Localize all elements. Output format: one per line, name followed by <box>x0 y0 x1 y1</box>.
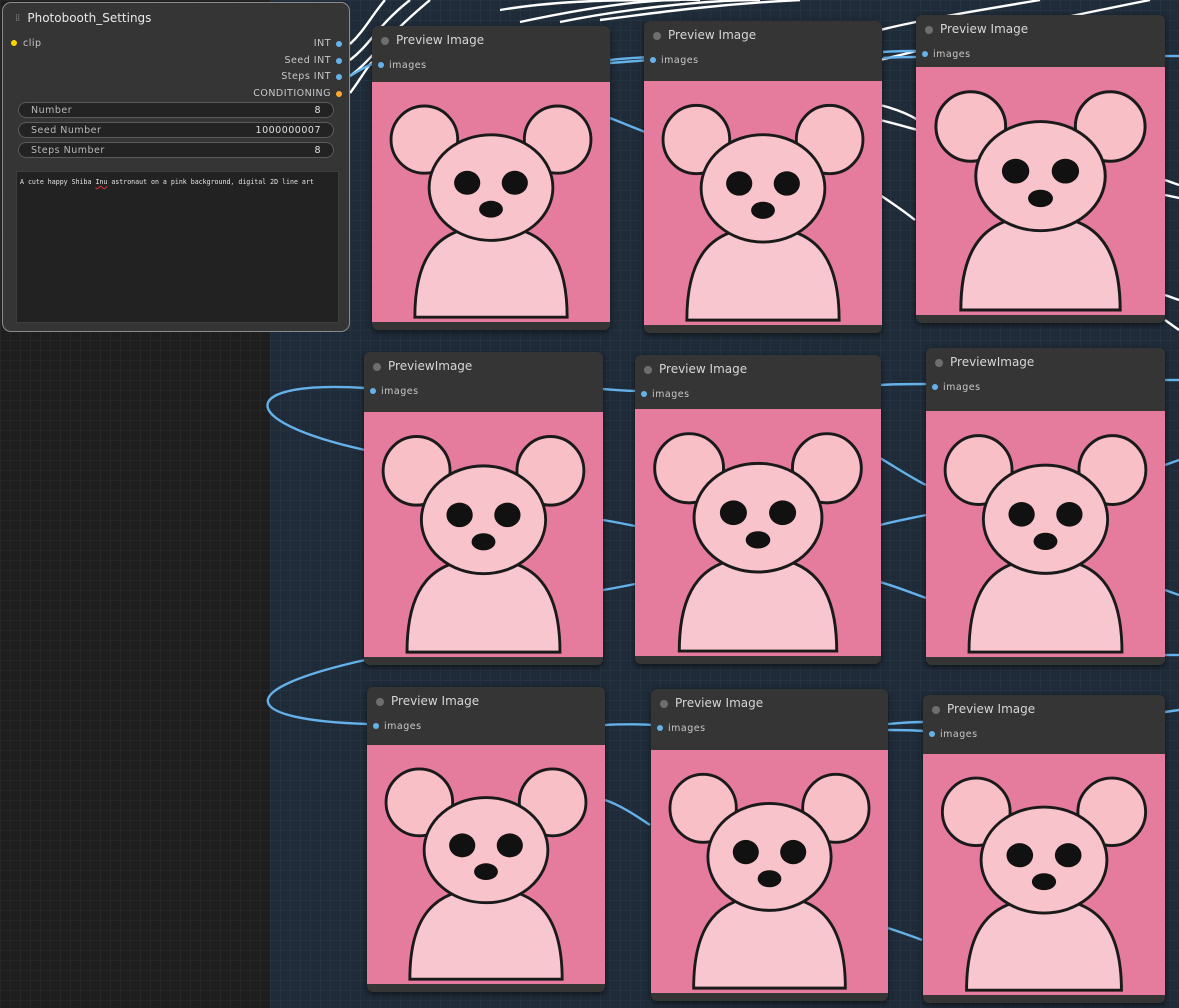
preview-image-node[interactable]: Preview Image images <box>651 689 888 1001</box>
steps-number-label: Steps Number <box>31 144 105 156</box>
dog-image <box>364 412 603 657</box>
node-title-bar[interactable]: ⁞⁞ Photobooth_Settings <box>3 3 349 33</box>
seed-number-label: Seed Number <box>31 124 102 136</box>
dog-image <box>916 67 1165 315</box>
steps-int-output-label: Steps INT <box>281 71 331 82</box>
prompt-textarea[interactable]: A cute happy Shiba Inu astronaut on a pi… <box>16 171 339 323</box>
images-input-slot[interactable]: images <box>923 723 1165 745</box>
preview-image-node[interactable]: Preview Image images <box>635 355 881 664</box>
dog-image <box>926 411 1165 657</box>
steps-int-output-dot[interactable] <box>336 74 342 80</box>
clip-input-label: clip <box>23 38 42 49</box>
number-value: 8 <box>314 104 321 116</box>
dog-image <box>372 82 610 322</box>
seed-int-output-dot[interactable] <box>336 58 342 64</box>
dog-image <box>923 754 1165 995</box>
seed-number-widget[interactable]: Seed Number 1000000007 <box>18 122 334 138</box>
prompt-text-start: A cute happy Shiba <box>20 178 96 186</box>
int-output-label: INT <box>313 38 331 49</box>
number-widget[interactable]: Number 8 <box>18 102 334 118</box>
node-title: Photobooth_Settings <box>27 11 152 25</box>
seed-int-output-label: Seed INT <box>284 55 331 66</box>
preview-image-node[interactable]: Preview Image images <box>372 26 610 330</box>
preview-image <box>367 745 605 984</box>
images-input-slot[interactable]: images <box>644 49 882 71</box>
node-title: Preview Image <box>635 355 881 383</box>
node-title: PreviewImage <box>926 348 1165 376</box>
images-input-slot[interactable]: images <box>651 717 888 739</box>
node-title: Preview Image <box>916 15 1165 43</box>
number-label: Number <box>31 104 73 116</box>
preview-image-node[interactable]: Preview Image images <box>916 15 1165 323</box>
images-input-slot[interactable]: images <box>916 43 1165 65</box>
grip-icon: ⁞⁞ <box>15 12 20 24</box>
images-input-slot[interactable]: images <box>364 380 603 402</box>
seed-number-value: 1000000007 <box>255 124 321 136</box>
preview-image <box>372 82 610 322</box>
preview-image-node[interactable]: Preview Image images <box>923 695 1165 1003</box>
dog-image <box>651 750 888 993</box>
node-title: Preview Image <box>367 687 605 715</box>
preview-image <box>926 411 1165 657</box>
prompt-text-misspelled: Inu <box>95 178 108 186</box>
preview-image-node[interactable]: Preview Image images <box>367 687 605 992</box>
preview-image <box>916 67 1165 315</box>
steps-number-value: 8 <box>314 144 321 156</box>
preview-image <box>644 81 882 325</box>
images-input-slot[interactable]: images <box>367 715 605 737</box>
dog-image <box>367 745 605 984</box>
prompt-text-end: astronaut on a pink background, digital … <box>107 178 314 186</box>
preview-image-node[interactable]: PreviewImage images <box>926 348 1165 665</box>
dog-image <box>644 81 882 325</box>
images-input-slot[interactable]: images <box>372 54 610 76</box>
photobooth-settings-node[interactable]: ⁞⁞ Photobooth_Settings clip INT Seed INT… <box>2 2 350 332</box>
preview-image <box>923 754 1165 995</box>
clip-input-dot[interactable] <box>11 40 17 46</box>
preview-image-node[interactable]: PreviewImage images <box>364 352 603 665</box>
int-output-dot[interactable] <box>336 41 342 47</box>
node-title: Preview Image <box>651 689 888 717</box>
node-title: Preview Image <box>644 21 882 49</box>
node-title: Preview Image <box>923 695 1165 723</box>
images-input-slot[interactable]: images <box>635 383 881 405</box>
preview-image <box>651 750 888 993</box>
node-title: Preview Image <box>372 26 610 54</box>
preview-image-node[interactable]: Preview Image images <box>644 21 882 333</box>
images-input-slot[interactable]: images <box>926 376 1165 398</box>
dog-image <box>635 409 881 656</box>
preview-image <box>364 412 603 657</box>
steps-number-widget[interactable]: Steps Number 8 <box>18 142 334 158</box>
conditioning-output-dot[interactable] <box>336 91 342 97</box>
node-title: PreviewImage <box>364 352 603 380</box>
conditioning-output-label: CONDITIONING <box>253 88 331 99</box>
preview-image <box>635 409 881 656</box>
